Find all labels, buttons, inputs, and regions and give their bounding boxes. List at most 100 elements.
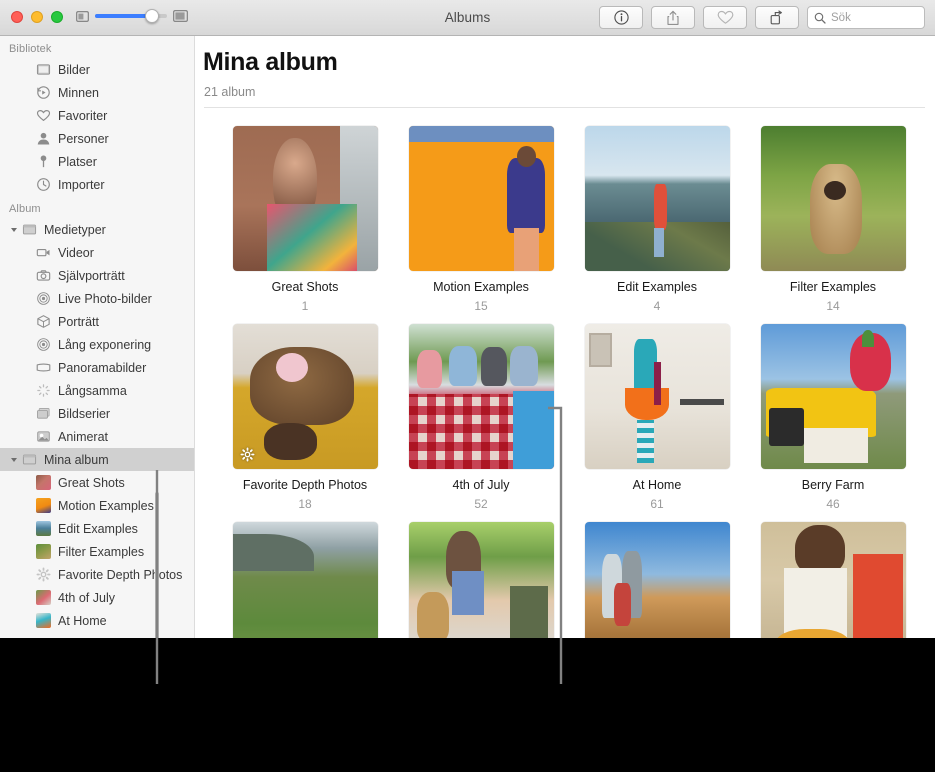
photos-icon	[36, 62, 51, 77]
album-thumbnail[interactable]	[409, 324, 554, 469]
sidebar-item-label: Videor	[53, 246, 94, 260]
panorama-icon	[36, 360, 51, 375]
sidebar-item-label: 4th of July	[53, 591, 115, 605]
album-thumb-icon	[33, 544, 53, 559]
search-icon	[814, 12, 826, 24]
sidebar-item-bildserier[interactable]: Bildserier	[0, 402, 194, 425]
sidebar-item-l-ngsamma[interactable]: Långsamma	[0, 379, 194, 402]
sidebar-item-label: Great Shots	[53, 476, 125, 490]
album-cell[interactable]: Motion Examples15	[393, 126, 569, 313]
animated-icon	[36, 429, 51, 444]
sidebar[interactable]: BibliotekBilderMinnenFavoriterPersonerPl…	[0, 36, 195, 638]
sidebar-item-edit-examples[interactable]: Edit Examples	[0, 517, 194, 540]
album-cell[interactable]	[745, 522, 921, 638]
sidebar-item-mina-album[interactable]: Mina album	[0, 448, 194, 471]
sidebar-item-4th-of-july[interactable]: 4th of July	[0, 586, 194, 609]
album-thumbnail[interactable]	[233, 522, 378, 638]
album-thumbnail-icon	[36, 613, 51, 628]
gear-icon	[36, 567, 51, 582]
gear-icon	[240, 447, 255, 462]
burst-icon	[33, 406, 53, 421]
album-thumbnail[interactable]	[233, 324, 378, 469]
photos-app-window: Albums	[0, 0, 935, 638]
album-cell[interactable]: Filter Examples14	[745, 126, 921, 313]
album-cell[interactable]	[393, 522, 569, 638]
album-thumb-icon	[33, 521, 53, 536]
album-cell[interactable]	[217, 522, 393, 638]
album-thumbnail[interactable]	[409, 126, 554, 271]
album-thumbnail-icon	[36, 498, 51, 513]
sidebar-item-label: Personer	[53, 132, 109, 146]
album-name: Favorite Depth Photos	[243, 478, 367, 492]
pin-icon	[33, 154, 53, 169]
album-cell[interactable]: At Home61	[569, 324, 745, 511]
sidebar-item-label: Minnen	[53, 86, 99, 100]
page-title: Mina album	[195, 36, 935, 77]
album-photo-count: 15	[474, 299, 487, 313]
sidebar-item-live-photo-bilder[interactable]: Live Photo-bilder	[0, 287, 194, 310]
portrait-icon	[33, 314, 53, 329]
heart-icon	[36, 108, 51, 123]
album-cell[interactable]: Berry Farm46	[745, 324, 921, 511]
album-thumbnail[interactable]	[585, 324, 730, 469]
album-thumbnail[interactable]	[233, 126, 378, 271]
sidebar-item-personer[interactable]: Personer	[0, 127, 194, 150]
album-thumbnail[interactable]	[761, 126, 906, 271]
album-name: 4th of July	[453, 478, 510, 492]
sidebar-section-header: Album	[0, 196, 194, 218]
gear-icon	[240, 447, 255, 462]
sidebar-item-sj-lvportr-tt[interactable]: Självporträtt	[0, 264, 194, 287]
album-thumbnail[interactable]	[585, 522, 730, 638]
album-count-subtitle: 21 album	[195, 77, 935, 99]
favorite-button[interactable]	[703, 6, 747, 29]
sidebar-scrollbar[interactable]	[155, 492, 159, 638]
album-thumbnail[interactable]	[761, 522, 906, 638]
sidebar-item-portr-tt[interactable]: Porträtt	[0, 310, 194, 333]
sidebar-item-filter-examples[interactable]: Filter Examples	[0, 540, 194, 563]
live-photo-icon	[33, 291, 53, 306]
album-photo-count: 4	[654, 299, 661, 313]
sidebar-item-animerat[interactable]: Animerat	[0, 425, 194, 448]
search-field[interactable]: Sök	[807, 6, 925, 29]
rotate-button[interactable]	[755, 6, 799, 29]
sidebar-item-label: At Home	[53, 614, 107, 628]
sidebar-item-at-home[interactable]: At Home	[0, 609, 194, 632]
sidebar-item-videor[interactable]: Videor	[0, 241, 194, 264]
sidebar-item-minnen[interactable]: Minnen	[0, 81, 194, 104]
long-exposure-icon	[36, 337, 51, 352]
disclosure-triangle-icon[interactable]	[8, 227, 19, 233]
album-thumbnail-icon	[36, 475, 51, 490]
sidebar-item-label: Favoriter	[53, 109, 107, 123]
sidebar-item-motion-examples[interactable]: Motion Examples	[0, 494, 194, 517]
album-cell[interactable]: 4th of July 52	[393, 324, 569, 511]
sidebar-item-favorite-depth-photos[interactable]: Favorite Depth Photos	[0, 563, 194, 586]
sidebar-item-label: Live Photo-bilder	[53, 292, 152, 306]
sidebar-item-medietyper[interactable]: Medietyper	[0, 218, 194, 241]
disclosure-triangle-icon[interactable]	[8, 457, 19, 463]
sidebar-item-favoriter[interactable]: Favoriter	[0, 104, 194, 127]
sidebar-item-panoramabilder[interactable]: Panoramabilder	[0, 356, 194, 379]
sidebar-item-importer[interactable]: Importer	[0, 173, 194, 196]
sidebar-item-platser[interactable]: Platser	[0, 150, 194, 173]
person-icon	[36, 131, 51, 146]
share-button[interactable]	[651, 6, 695, 29]
album-cell[interactable]: Favorite Depth Photos18	[217, 324, 393, 511]
album-cell[interactable]: Edit Examples4	[569, 126, 745, 313]
album-thumbnail[interactable]	[761, 324, 906, 469]
sidebar-item-bilder[interactable]: Bilder	[0, 58, 194, 81]
album-thumbnail[interactable]	[409, 522, 554, 638]
album-cell[interactable]: Great Shots1	[217, 126, 393, 313]
sidebar-item-l-ng-exponering[interactable]: Lång exponering	[0, 333, 194, 356]
info-button[interactable]	[599, 6, 643, 29]
search-placeholder: Sök	[831, 12, 851, 24]
folder-icon	[19, 452, 39, 467]
album-cell[interactable]	[569, 522, 745, 638]
sidebar-item-label: Porträtt	[53, 315, 99, 329]
album-photo-count: 52	[474, 497, 487, 511]
pin-icon	[36, 154, 51, 169]
sidebar-item-label: Edit Examples	[53, 522, 138, 536]
sidebar-item-label: Motion Examples	[53, 499, 154, 513]
sidebar-item-great-shots[interactable]: Great Shots	[0, 471, 194, 494]
album-thumbnail-icon	[36, 590, 51, 605]
album-thumbnail[interactable]	[585, 126, 730, 271]
